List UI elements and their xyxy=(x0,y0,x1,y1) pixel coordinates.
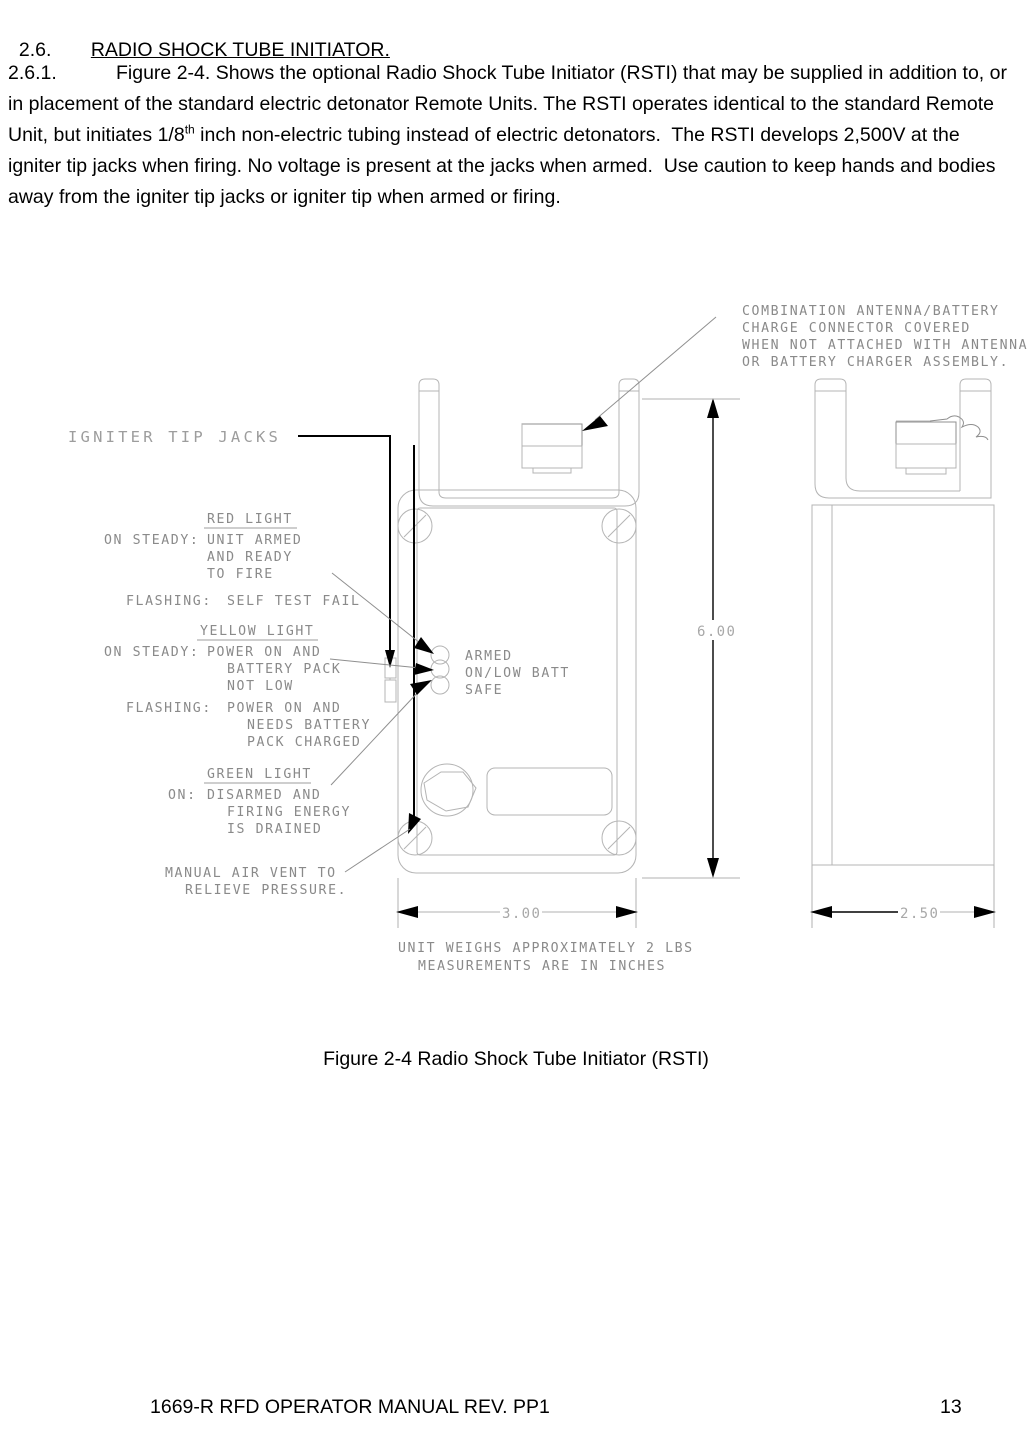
paragraph-superscript: th xyxy=(184,122,195,137)
manual-air-vent-line1: MANUAL AIR VENT TO xyxy=(165,866,337,881)
figure-note-weight: UNIT WEIGHS APPROXIMATELY 2 LBS xyxy=(398,941,694,956)
red-flashing-line1: SELF TEST FAIL xyxy=(227,594,361,609)
footer-manual-title: 1669-R RFD OPERATOR MANUAL REV. PP1 xyxy=(150,1396,550,1418)
antenna-callout-line3: WHEN NOT ATTACHED WITH ANTENNA xyxy=(742,338,1028,353)
led-legend-block: RED LIGHT ON STEADY: UNIT ARMED AND READ… xyxy=(104,512,371,837)
antenna-battery-connector xyxy=(521,423,583,474)
yellow-flashing-line3: PACK CHARGED xyxy=(247,735,361,750)
green-light-heading: GREEN LIGHT xyxy=(207,767,312,782)
antenna-callout-line4: OR BATTERY CHARGER ASSEMBLY. xyxy=(742,355,1009,370)
red-on-steady-label: ON STEADY: xyxy=(104,533,199,548)
panel-label-on-low-batt: ON/LOW BATT xyxy=(465,666,570,681)
led-on-low-batt xyxy=(430,659,450,679)
paragraph-number: 2.6.1. xyxy=(8,62,57,84)
yellow-on-steady-label: ON STEADY: xyxy=(104,645,199,660)
label-plate xyxy=(486,767,613,816)
red-light-heading: RED LIGHT xyxy=(207,512,293,527)
dimension-height-label: 6.00 xyxy=(697,624,736,640)
figure-rsti-drawing: IGNITER TIP JACKS RED LIGHT ON STEADY: U… xyxy=(0,280,1032,1010)
corner-screw-bottom-left xyxy=(397,820,433,856)
section-heading: 2.6. RADIO SHOCK TUBE INITIATOR. xyxy=(8,4,390,66)
figure-notes: UNIT WEIGHS APPROXIMATELY 2 LBS MEASUREM… xyxy=(398,941,694,974)
yellow-on-steady-line3: NOT LOW xyxy=(227,679,294,694)
front-view-body xyxy=(397,489,637,874)
figure-note-units: MEASUREMENTS ARE IN INCHES xyxy=(418,959,666,974)
dimension-width-front-3: 3.00 xyxy=(396,878,638,928)
green-on-line1: DISARMED AND xyxy=(207,788,321,803)
figure-caption: Figure 2-4 Radio Shock Tube Initiator (R… xyxy=(323,1048,709,1070)
dimension-width-side-label: 2.50 xyxy=(900,906,939,922)
side-view xyxy=(811,378,995,866)
yellow-on-steady-line2: BATTERY PACK xyxy=(227,662,341,677)
corner-screw-top-right xyxy=(601,508,637,544)
red-on-steady-line2: AND READY xyxy=(207,550,293,565)
yellow-flashing-label: FLASHING: xyxy=(126,701,212,716)
antenna-callout-line1: COMBINATION ANTENNA/BATTERY xyxy=(742,304,1000,319)
panel-indicator-labels: ARMED ON/LOW BATT SAFE xyxy=(465,649,570,698)
red-flashing-label: FLASHING: xyxy=(126,594,212,609)
page-footer: 1669-R RFD OPERATOR MANUAL REV. PP1 13 xyxy=(0,1396,1032,1426)
antenna-callout-line2: CHARGE CONNECTOR COVERED xyxy=(742,321,971,336)
body-paragraph: 2.6.1. Figure 2-4. Shows the optional Rad… xyxy=(8,58,1008,213)
dimension-height-6: 6.00 xyxy=(642,398,740,879)
antenna-connector-callout: COMBINATION ANTENNA/BATTERY CHARGE CONNE… xyxy=(582,304,1028,431)
manual-air-vent-line2: RELIEVE PRESSURE. xyxy=(185,883,347,898)
green-on-label: ON: xyxy=(168,788,197,803)
corner-screw-bottom-right xyxy=(601,820,637,856)
yellow-flashing-line1: POWER ON AND xyxy=(227,701,341,716)
footer-page-number: 13 xyxy=(940,1396,962,1418)
panel-label-safe: SAFE xyxy=(465,683,503,698)
led-safe xyxy=(430,675,450,695)
red-on-steady-line3: TO FIRE xyxy=(207,567,274,582)
front-view-bail-handle xyxy=(418,378,640,507)
led-armed xyxy=(430,645,450,665)
igniter-tip-jacks-label: IGNITER TIP JACKS xyxy=(68,428,281,446)
yellow-on-steady-line1: POWER ON AND xyxy=(207,645,321,660)
yellow-flashing-line2: NEEDS BATTERY xyxy=(247,718,371,733)
red-on-steady-line1: UNIT ARMED xyxy=(207,533,302,548)
panel-label-armed: ARMED xyxy=(465,649,513,664)
manual-air-vent-callout: MANUAL AIR VENT TO RELIEVE PRESSURE. xyxy=(165,828,411,898)
green-on-line3: IS DRAINED xyxy=(227,822,322,837)
yellow-light-heading: YELLOW LIGHT xyxy=(200,624,314,639)
manual-air-vent-hex xyxy=(420,763,477,817)
dimension-width-side-2-5: 2.50 xyxy=(810,865,996,928)
dimension-width-front-label: 3.00 xyxy=(502,906,541,922)
green-on-line2: FIRING ENERGY xyxy=(227,805,351,820)
